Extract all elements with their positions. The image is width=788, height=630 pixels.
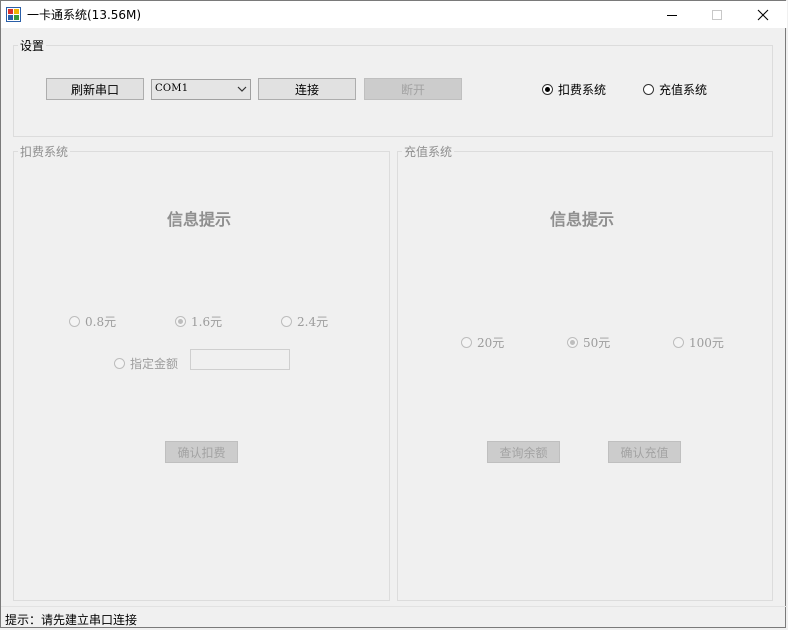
query-balance-button[interactable]: 查询余额 xyxy=(487,441,560,463)
confirm-recharge-button[interactable]: 确认充值 xyxy=(608,441,681,463)
deduct-option-0-8-circle[interactable] xyxy=(69,316,80,327)
recharge-option-20[interactable]: 20元 xyxy=(461,334,504,351)
port-combobox-value: COM1 xyxy=(155,83,189,94)
chevron-down-icon xyxy=(237,86,247,92)
app-icon xyxy=(6,7,21,22)
recharge-option-50-label: 50元 xyxy=(583,336,611,350)
deduct-info-title: 信息提示 xyxy=(167,210,232,229)
settings-legend: 设置 xyxy=(20,39,45,53)
recharge-option-100[interactable]: 100元 xyxy=(673,334,724,351)
minimize-button[interactable] xyxy=(649,1,695,28)
close-button[interactable] xyxy=(740,1,786,28)
port-combobox[interactable]: COM1 xyxy=(151,79,251,100)
app-window: 一卡通系统(13.56M) 设置 刷新串口 COM1 连接 断开 扣费系统 充值… xyxy=(0,0,787,629)
deduct-option-0-8[interactable]: 0.8元 xyxy=(69,313,116,330)
deduct-custom-radio[interactable]: 指定金额 xyxy=(114,355,178,372)
mode-deduct-label: 扣费系统 xyxy=(558,83,607,97)
mode-recharge-radio[interactable]: 充值系统 xyxy=(643,81,707,98)
recharge-option-100-label: 100元 xyxy=(689,336,724,350)
recharge-option-50-circle[interactable] xyxy=(567,337,578,348)
disconnect-button[interactable]: 断开 xyxy=(364,78,462,100)
close-icon xyxy=(757,9,769,20)
mode-deduct-radio[interactable]: 扣费系统 xyxy=(542,81,606,98)
recharge-option-100-circle[interactable] xyxy=(673,337,684,348)
deduct-option-2-4[interactable]: 2.4元 xyxy=(281,313,328,330)
deduct-custom-radio-circle[interactable] xyxy=(114,358,125,369)
confirm-deduct-button[interactable]: 确认扣费 xyxy=(165,441,238,463)
minimize-icon xyxy=(667,14,677,16)
deduct-option-2-4-circle[interactable] xyxy=(281,316,292,327)
maximize-icon xyxy=(712,9,722,20)
deduct-option-0-8-label: 0.8元 xyxy=(85,315,117,329)
refresh-port-button[interactable]: 刷新串口 xyxy=(46,78,144,100)
title-bar[interactable]: 一卡通系统(13.56M) xyxy=(1,1,787,28)
recharge-info-title: 信息提示 xyxy=(550,210,615,229)
deduct-option-1-6-circle[interactable] xyxy=(175,316,186,327)
deduct-option-1-6-label: 1.6元 xyxy=(191,315,223,329)
window-title: 一卡通系统(13.56M) xyxy=(27,8,142,22)
mode-deduct-radio-circle[interactable] xyxy=(542,84,553,95)
recharge-option-50[interactable]: 50元 xyxy=(567,334,610,351)
deduct-option-1-6[interactable]: 1.6元 xyxy=(175,313,222,330)
status-text: 提示：请先建立串口连接 xyxy=(5,613,138,627)
recharge-option-20-circle[interactable] xyxy=(461,337,472,348)
deduct-legend: 扣费系统 xyxy=(20,145,69,159)
recharge-legend: 充值系统 xyxy=(404,145,453,159)
deduct-option-2-4-label: 2.4元 xyxy=(297,315,329,329)
connect-button[interactable]: 连接 xyxy=(258,78,356,100)
recharge-option-20-label: 20元 xyxy=(477,336,505,350)
status-bar: 提示：请先建立串口连接 xyxy=(1,606,787,629)
mode-recharge-radio-circle[interactable] xyxy=(643,84,654,95)
maximize-button[interactable] xyxy=(694,1,740,28)
custom-amount-input[interactable] xyxy=(190,349,290,370)
deduct-custom-label: 指定金额 xyxy=(130,357,179,371)
mode-recharge-label: 充值系统 xyxy=(659,83,708,97)
